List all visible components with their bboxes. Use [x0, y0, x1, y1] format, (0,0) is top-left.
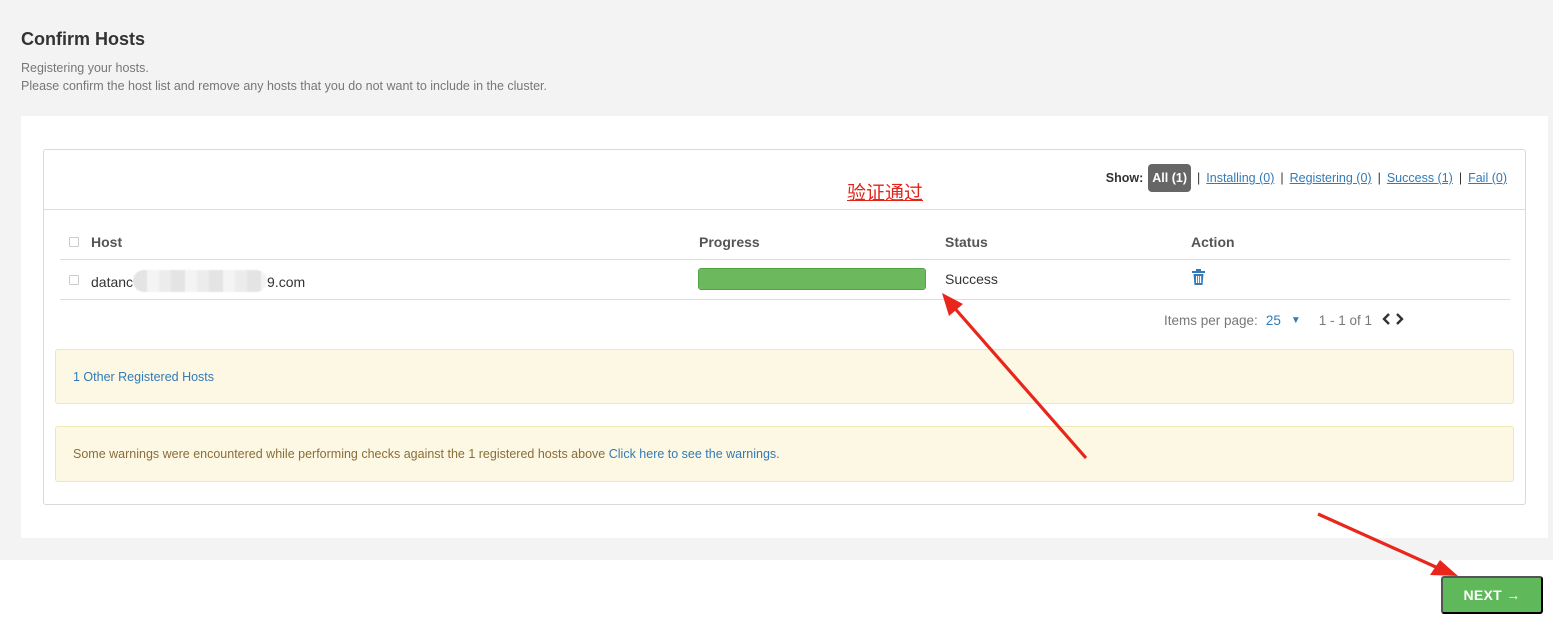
table-header-row: Host Progress Status Action [60, 224, 1510, 260]
next-page-icon[interactable] [1394, 313, 1404, 328]
filter-registering[interactable]: Registering (0) [1290, 171, 1372, 185]
host-status: Success [945, 271, 998, 287]
host-name: datanc 9.com [91, 270, 305, 292]
next-button[interactable]: NEXT → [1441, 576, 1543, 614]
filter-separator: | [1197, 171, 1201, 185]
warnings-text: Some warnings were encountered while per… [73, 447, 606, 461]
page-description-line1: Registering your hosts. [21, 61, 149, 75]
trash-icon[interactable] [1192, 269, 1205, 290]
pagination-range: 1 - 1 of 1 [1318, 313, 1373, 328]
filter-separator: | [1377, 171, 1381, 185]
host-progress-bar [698, 268, 926, 290]
row-select-checkbox[interactable] [69, 275, 79, 285]
hosts-card: Show: All (1) | Installing (0) | Registe… [43, 149, 1526, 505]
previous-page-icon[interactable] [1382, 313, 1392, 328]
page-title: Confirm Hosts [21, 29, 146, 49]
annotation-arrowhead-next [1430, 560, 1458, 576]
host-name-prefix: datanc [91, 274, 134, 290]
hosts-card-header: Show: All (1) | Installing (0) | Registe… [44, 150, 1525, 210]
filter-installing[interactable]: Installing (0) [1206, 171, 1274, 185]
filter-success[interactable]: Success (1) [1387, 171, 1453, 185]
redacted-host-segment [133, 270, 268, 292]
column-header-progress: Progress [699, 234, 760, 250]
filter-separator: | [1458, 171, 1463, 185]
column-header-status: Status [945, 234, 988, 250]
filter-all[interactable]: All (1) [1148, 164, 1192, 192]
chevron-down-icon[interactable]: ▼ [1291, 315, 1301, 326]
content-panel: Show: All (1) | Installing (0) | Registe… [21, 116, 1548, 538]
select-all-checkbox[interactable] [69, 237, 79, 247]
status-filter-bar: Show: All (1) | Installing (0) | Registe… [1106, 164, 1507, 192]
column-header-host: Host [91, 234, 123, 250]
table-pagination: Items per page: 25 ▼ 1 - 1 of 1 [1164, 313, 1404, 328]
column-header-action: Action [1191, 234, 1235, 250]
host-name-suffix: 9.com [267, 274, 306, 290]
see-warnings-link[interactable]: Click here to see the warnings. [609, 447, 780, 461]
filter-separator: | [1280, 171, 1284, 185]
other-hosts-alert: 1 Other Registered Hosts [55, 349, 1514, 404]
items-per-page-select[interactable]: 25 [1266, 313, 1281, 328]
hosts-table: Host Progress Status Action datanc 9.com … [60, 224, 1510, 300]
page-description-line2: Please confirm the host list and remove … [21, 79, 547, 93]
filter-fail[interactable]: Fail (0) [1468, 171, 1507, 185]
table-row: datanc 9.com Success [60, 260, 1510, 300]
other-registered-hosts-link[interactable]: 1 Other Registered Hosts [73, 370, 214, 384]
warnings-alert: Some warnings were encountered while per… [55, 426, 1514, 482]
items-per-page-label: Items per page: [1164, 313, 1258, 328]
annotation-label: 验证通过 [847, 182, 924, 204]
host-progress-fill [699, 269, 925, 289]
show-label: Show: [1105, 171, 1144, 185]
